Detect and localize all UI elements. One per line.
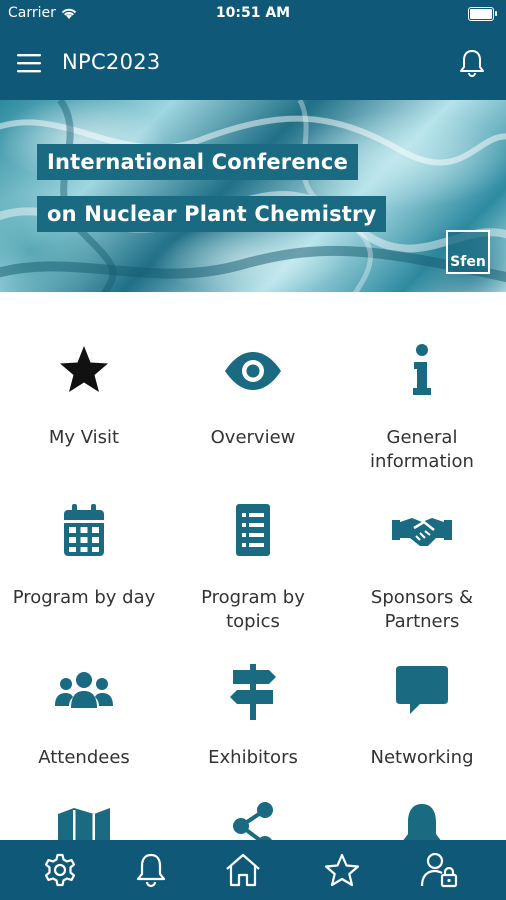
bell-icon <box>136 853 166 888</box>
menu-item-networking[interactable]: Networking <box>338 660 506 770</box>
tab-settings[interactable] <box>40 850 80 890</box>
banner-title-line-2: on Nuclear Plant Chemistry <box>37 196 387 232</box>
eye-icon <box>225 352 281 390</box>
banner-title-line-1: International Conference <box>37 144 359 180</box>
menu-item-general-information[interactable]: General information <box>338 340 506 474</box>
star-icon <box>60 346 108 392</box>
menu-item-sponsors-partners[interactable]: Sponsors & Partners <box>338 500 506 634</box>
menu-item-label: Networking <box>370 747 474 768</box>
calendar-icon <box>64 504 104 556</box>
menu-item-overview[interactable]: Overview <box>169 340 337 450</box>
bottom-tab-bar <box>0 840 506 900</box>
menu-item-my-visit[interactable]: My Visit <box>0 340 168 450</box>
tab-account[interactable] <box>420 850 460 890</box>
menu-item-label: Program by day <box>12 587 156 608</box>
menu-item-program-by-day[interactable]: Program by day <box>0 500 168 610</box>
menu-item-label: My Visit <box>48 427 120 448</box>
list-icon <box>236 504 270 556</box>
chat-icon <box>396 666 448 714</box>
star-icon <box>324 853 360 887</box>
hamburger-menu-icon[interactable] <box>16 50 42 76</box>
battery-icon <box>468 7 497 21</box>
signpost-icon <box>230 664 276 720</box>
menu-item-label: General information <box>370 427 474 472</box>
settings-icon <box>44 853 76 887</box>
menu-item-label: Attendees <box>38 747 130 768</box>
status-time: 10:51 AM <box>215 5 291 21</box>
user-lock-icon <box>420 852 458 888</box>
menu-item-attendees[interactable]: Attendees <box>0 660 168 770</box>
status-bar: Carrier 10:51 AM <box>0 0 506 28</box>
tab-favorites[interactable] <box>322 850 362 890</box>
notification-bell-icon[interactable] <box>458 48 486 78</box>
app-title: NPC2023 <box>62 50 161 74</box>
handshake-icon <box>392 518 452 546</box>
sfen-logo: Sfen <box>446 230 490 274</box>
users-icon <box>55 672 113 708</box>
menu-item-label: Exhibitors <box>208 747 298 768</box>
home-icon <box>226 853 260 887</box>
tab-notifications[interactable] <box>131 850 171 890</box>
tab-home[interactable] <box>223 850 263 890</box>
menu-item-exhibitors[interactable]: Exhibitors <box>169 660 337 770</box>
menu-item-label: Sponsors & Partners <box>370 587 474 632</box>
conference-banner: International Conference on Nuclear Plan… <box>0 100 506 292</box>
info-icon <box>413 344 431 395</box>
menu-item-label: Program by topics <box>201 587 305 632</box>
menu-item-label: Overview <box>210 427 296 448</box>
menu-item-program-by-topics[interactable]: Program by topics <box>169 500 337 634</box>
top-nav-bar: NPC2023 <box>0 28 506 100</box>
